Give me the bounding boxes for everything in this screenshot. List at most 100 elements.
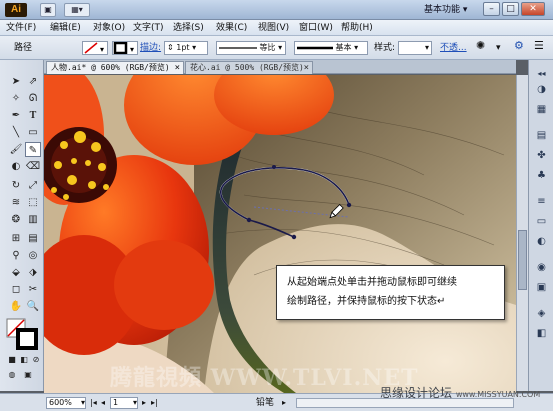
zoom-tool-icon[interactable]: 🔍 (25, 299, 41, 314)
profile-label: 等比 (259, 43, 276, 52)
status-menu-icon[interactable]: ▸ (282, 397, 286, 409)
symbols-panel-icon[interactable]: ♣ (534, 168, 549, 183)
mesh-tool-icon[interactable]: ⊞ (8, 231, 24, 246)
menu-effect[interactable]: 效果(C) (216, 22, 247, 34)
paintbrush-tool-icon[interactable]: 🖌 (8, 142, 24, 157)
line-tool-icon[interactable]: ╲ (8, 125, 24, 140)
chevron-down-icon[interactable]: ▾ (496, 42, 501, 54)
live-paint-selection-icon[interactable]: ⬗ (25, 265, 41, 280)
free-transform-tool-icon[interactable]: ⬚ (25, 195, 41, 210)
recolor-artwork-icon[interactable]: ✺ (476, 40, 485, 52)
layers-panel-icon[interactable]: ◈ (534, 306, 549, 321)
symbol-sprayer-tool-icon[interactable]: ❂ (8, 212, 24, 227)
stroke-panel-icon[interactable]: ≡ (534, 194, 549, 209)
close-icon[interactable]: × (304, 62, 309, 74)
zoom-field[interactable]: 600% ▾ (46, 397, 86, 409)
chevron-down-icon: ▾ (192, 43, 197, 52)
stroke-panel-link[interactable]: 描边: (140, 42, 161, 54)
stroke-swatch[interactable]: ▾ (112, 41, 138, 55)
opacity-link[interactable]: 不透... (440, 42, 467, 54)
minimize-button[interactable]: – (483, 2, 500, 16)
next-artboard-icon[interactable]: ▸ (142, 397, 146, 409)
magic-wand-tool-icon[interactable]: ✧ (8, 91, 24, 106)
slice-tool-icon[interactable]: ✂ (25, 282, 41, 297)
eyedropper-tool-icon[interactable]: ⚲ (8, 248, 24, 263)
scale-tool-icon[interactable]: ⤢ (25, 178, 41, 193)
tab-renwu[interactable]: 人物.ai* @ 600% (RGB/预览) × (46, 61, 184, 74)
live-paint-tool-icon[interactable]: ⬙ (8, 265, 24, 280)
pen-tool-icon[interactable]: ✒ (8, 108, 24, 123)
pencil-tool-icon[interactable]: ✎ (25, 142, 41, 157)
variable-width-profile[interactable]: 等比 ▾ (216, 41, 286, 55)
menu-type[interactable]: 文字(T) (133, 22, 164, 34)
title-bar: Ai ▣ ▦▾ 基本功能 ▾ – □ ✕ (0, 0, 553, 20)
selection-type-label: 路径 (14, 43, 33, 53)
column-graph-tool-icon[interactable]: ▥ (25, 212, 41, 227)
appearance-panel-icon[interactable]: ◉ (534, 260, 549, 275)
chevron-down-icon: ▾ (80, 398, 85, 407)
gradient-panel-icon[interactable]: ▭ (534, 214, 549, 229)
fill-stroke-swatches[interactable] (6, 318, 38, 350)
artboard-number-field[interactable]: 1 ▾ (110, 397, 138, 409)
lasso-tool-icon[interactable]: ᘏ (25, 91, 41, 106)
tools-panel: ➤ ⇗ ✧ ᘏ ✒ T ╲ ▭ 🖌 ✎ ◐ ⌫ ↻ ⤢ ≋ ⬚ ❂ ▥ ⊞ ▤ … (0, 60, 44, 391)
collapse-panels-icon[interactable]: ◂◂ (534, 66, 549, 81)
bridge-button[interactable]: ▣ (40, 3, 56, 17)
menu-object[interactable]: 对象(O) (93, 22, 125, 34)
blend-tool-icon[interactable]: ◎ (25, 248, 41, 263)
warp-tool-icon[interactable]: ≋ (8, 195, 24, 210)
workspace-switcher[interactable]: 基本功能 ▾ (424, 3, 467, 17)
menu-select[interactable]: 选择(S) (173, 22, 204, 34)
transparency-panel-icon[interactable]: ◐ (534, 234, 549, 249)
menu-edit[interactable]: 编辑(E) (50, 22, 81, 34)
brush-definition[interactable]: 基本 ▾ (294, 41, 368, 55)
swatches-panel-icon[interactable]: ▤ (534, 128, 549, 143)
hand-tool-icon[interactable]: ✋ (8, 299, 24, 314)
artboard-number: 1 (113, 398, 119, 407)
color-panel-icon[interactable]: ◑ (534, 82, 549, 97)
maximize-button[interactable]: □ (502, 2, 519, 16)
artboard-tool-icon[interactable]: ◻ (8, 282, 24, 297)
eraser-tool-icon[interactable]: ⌫ (25, 159, 41, 174)
brushes-panel-icon[interactable]: ✤ (534, 148, 549, 163)
selection-tool-icon[interactable]: ➤ (8, 74, 24, 89)
menu-window[interactable]: 窗口(W) (299, 22, 333, 34)
direct-selection-tool-icon[interactable]: ⇗ (25, 74, 41, 89)
menu-file[interactable]: 文件(F) (6, 22, 36, 34)
type-tool-icon[interactable]: T (25, 108, 41, 123)
last-artboard-icon[interactable]: ▸| (151, 397, 158, 409)
chevron-down-icon: ▾ (462, 5, 468, 15)
scrollbar-thumb[interactable] (518, 230, 527, 290)
menu-help[interactable]: 帮助(H) (341, 22, 373, 34)
chevron-down-icon: ▾ (132, 398, 137, 407)
gradient-tool-icon[interactable]: ▤ (25, 231, 41, 246)
svg-text:▾: ▾ (130, 45, 134, 54)
color-guide-icon[interactable]: ▦ (534, 102, 549, 117)
rotate-tool-icon[interactable]: ↻ (8, 178, 24, 193)
screen-mode-icon[interactable]: ▣ (20, 367, 36, 382)
prev-artboard-icon[interactable]: ◂ (101, 397, 105, 409)
vertical-scrollbar[interactable] (516, 75, 528, 391)
instruction-callout: 从起始端点处单击并拖动鼠标即可继续 绘制路径，并保持鼠标的按下状态↵ (276, 265, 505, 320)
stroke-weight-field[interactable]: ⇕ 1pt ▾ (164, 41, 208, 55)
workspace-label: 基本功能 (424, 5, 461, 15)
arrange-documents-button[interactable]: ▦▾ (64, 3, 90, 17)
chevron-down-icon: ▾ (354, 43, 359, 52)
watermark-missyuan: 思缘设计论坛 www.MISSYUAN.COM (380, 384, 540, 401)
menu-view[interactable]: 视图(V) (258, 22, 289, 34)
graphic-styles-icon[interactable]: ▣ (534, 280, 549, 295)
first-artboard-icon[interactable]: |◂ (90, 397, 97, 409)
blob-brush-tool-icon[interactable]: ◐ (8, 159, 24, 174)
artboards-panel-icon[interactable]: ◧ (534, 326, 549, 341)
draw-normal-icon[interactable]: ◍ (4, 367, 20, 382)
tab-huaxin[interactable]: 花心.ai @ 500% (RGB/预览) × (185, 61, 313, 74)
panel-menu-icon[interactable]: ☰ (534, 40, 544, 52)
global-edit-icon[interactable]: ⚙ (514, 40, 524, 52)
close-button[interactable]: ✕ (521, 2, 545, 16)
close-icon[interactable]: × (175, 62, 180, 74)
artboard-canvas[interactable] (44, 75, 516, 393)
graphic-style-picker[interactable]: ▾ (398, 41, 432, 55)
rectangle-tool-icon[interactable]: ▭ (25, 125, 41, 140)
none-mode-icon[interactable]: ⊘ (28, 352, 44, 367)
fill-swatch[interactable]: ▾ (82, 41, 108, 55)
